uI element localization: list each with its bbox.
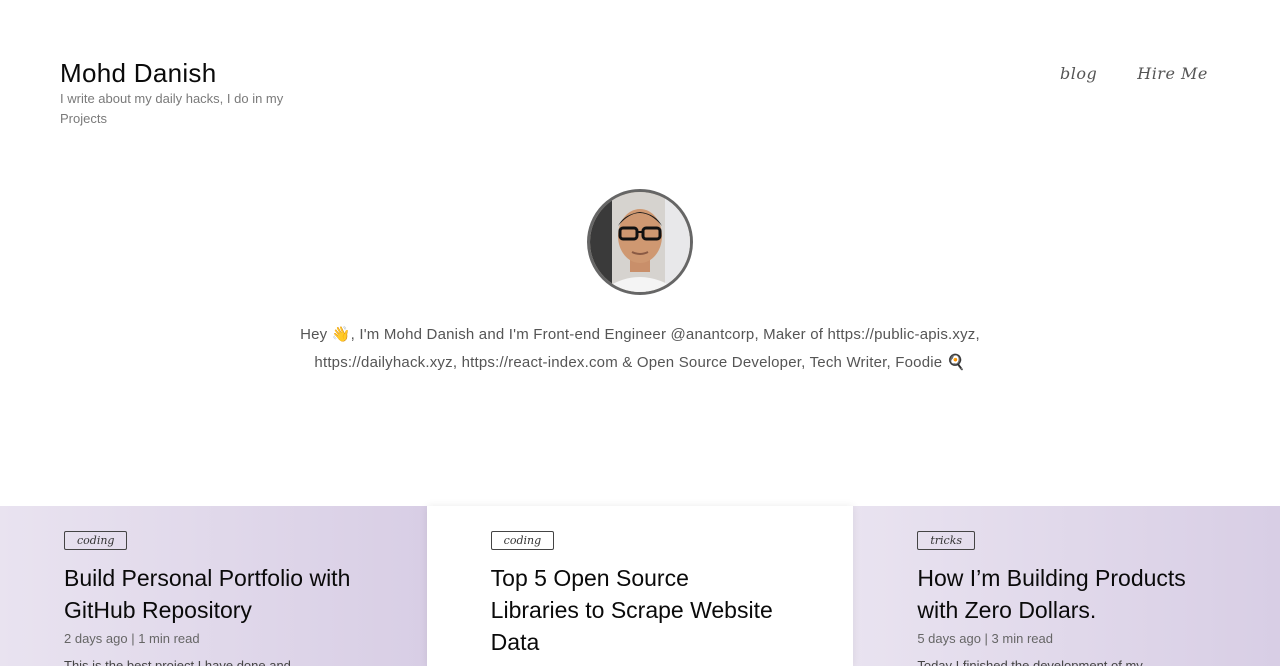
post-title[interactable]: How I’m Building Products with Zero Doll… xyxy=(917,562,1207,626)
post-tag[interactable]: tricks xyxy=(917,531,976,550)
post-title[interactable]: Build Personal Portfolio with GitHub Rep… xyxy=(64,562,354,626)
post-card[interactable]: tricks How I’m Building Products with Ze… xyxy=(853,506,1280,666)
nav-hire-me-link[interactable]: Hire Me xyxy=(1137,64,1208,83)
site-header: Mohd Danish I write about my daily hacks… xyxy=(60,58,320,129)
post-meta: 5 days ago | 3 min read xyxy=(917,631,1053,646)
post-card[interactable]: coding Build Personal Portfolio with Git… xyxy=(0,506,427,666)
avatar-portrait xyxy=(590,192,690,292)
post-excerpt: This is the best project I have done and xyxy=(64,658,291,666)
main-nav: blog Hire Me xyxy=(1060,64,1208,83)
site-tagline: I write about my daily hacks, I do in my… xyxy=(60,91,284,126)
post-tag[interactable]: coding xyxy=(64,531,128,550)
avatar xyxy=(587,189,693,295)
post-title[interactable]: Top 5 Open Source Libraries to Scrape We… xyxy=(491,562,781,658)
post-excerpt: Today I finished the development of my xyxy=(917,658,1143,666)
nav-blog-link[interactable]: blog xyxy=(1060,64,1097,83)
post-card[interactable]: coding Top 5 Open Source Libraries to Sc… xyxy=(426,506,854,666)
post-cards: coding Build Personal Portfolio with Git… xyxy=(0,506,1280,666)
post-tag[interactable]: coding xyxy=(490,531,555,550)
post-meta: 2 days ago | 1 min read xyxy=(64,631,200,646)
site-title[interactable]: Mohd Danish xyxy=(60,58,320,88)
intro-text: Hey 👋, I'm Mohd Danish and I'm Front-end… xyxy=(300,326,980,371)
